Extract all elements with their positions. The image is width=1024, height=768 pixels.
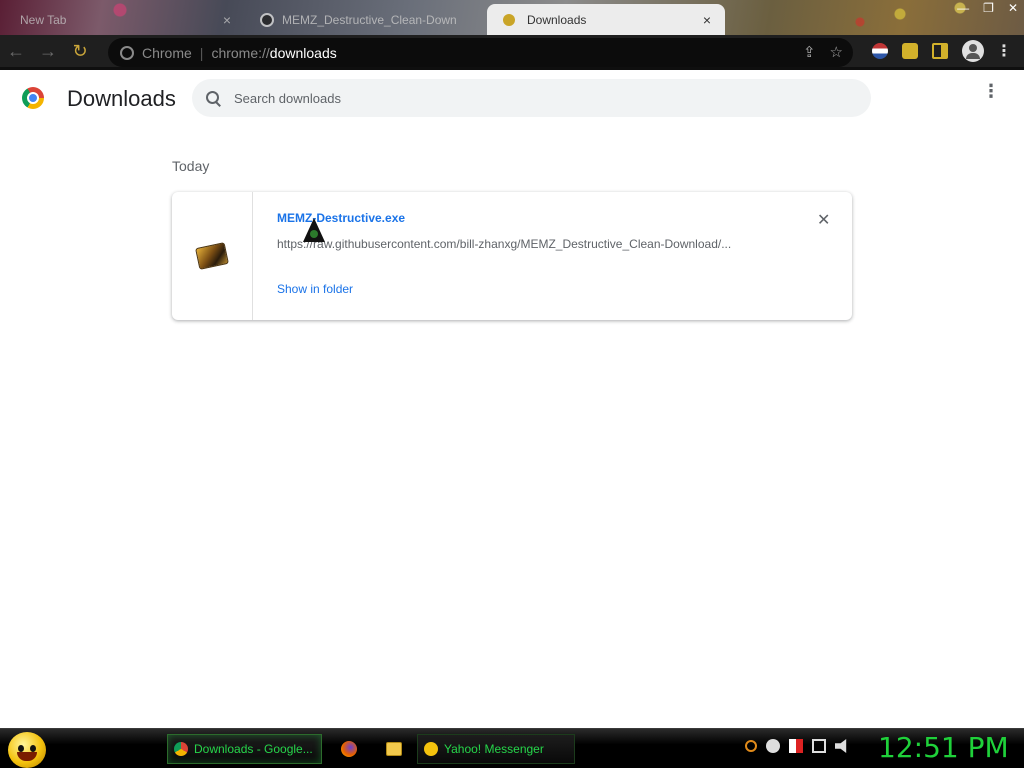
chrome-site-icon [120, 45, 134, 60]
search-input[interactable] [234, 90, 834, 106]
tab-github[interactable]: MEMZ_Destructive_Clean-Down [250, 4, 482, 35]
toolbar-extensions [872, 40, 984, 62]
maximize-button[interactable]: ❐ [983, 1, 994, 15]
taskbar-item-folder[interactable] [378, 734, 410, 764]
tab-strip: New Tab × MEMZ_Destructive_Clean-Down Do… [0, 0, 1024, 35]
tab-new-tab[interactable]: New Tab × [10, 4, 245, 35]
taskbar: Downloads - Google... Yahoo! Messenger 1… [0, 728, 1024, 768]
reload-button[interactable]: ↻ [64, 35, 96, 67]
profile-avatar-icon[interactable] [962, 40, 984, 62]
github-icon [260, 12, 274, 27]
address-bar[interactable]: Chrome | chrome://downloads ⇪ ☆ [108, 38, 853, 67]
download-file-name-link[interactable]: MEMZ-Destructive.exe [277, 211, 405, 225]
folder-icon [386, 742, 402, 756]
site-label: Chrome [142, 44, 192, 61]
flag-extension-icon[interactable] [872, 43, 888, 59]
chrome-icon [174, 742, 188, 756]
window-controls: — ❐ ✕ [957, 1, 1018, 15]
downloads-favicon-icon [503, 13, 515, 26]
taskbar-item-firefox[interactable] [333, 734, 365, 764]
taskbar-item-yahoo-messenger[interactable]: Yahoo! Messenger [417, 734, 575, 764]
download-item: MEMZ-Destructive.exe https://raw.githubu… [172, 192, 852, 320]
taskbar-item-chrome[interactable]: Downloads - Google... [167, 734, 322, 764]
search-box[interactable] [192, 79, 871, 117]
download-icon-column [172, 192, 253, 320]
search-icon[interactable] [745, 740, 757, 752]
downloads-page: Downloads ⋮ Today MEMZ-Destructive.exe h… [0, 70, 1024, 728]
tab-label: MEMZ_Destructive_Clean-Down [282, 12, 457, 27]
chat-icon[interactable] [766, 739, 780, 753]
bookmark-star-icon[interactable]: ☆ [830, 43, 843, 61]
chrome-logo-icon [22, 87, 44, 109]
tab-close-icon[interactable]: × [699, 12, 715, 28]
tab-close-icon[interactable]: × [219, 12, 235, 28]
omnibox-actions: ⇪ ☆ [803, 43, 843, 61]
start-button[interactable] [8, 732, 46, 768]
firefox-icon [341, 741, 357, 757]
back-button[interactable]: ← [0, 35, 32, 67]
page-title: Downloads [67, 86, 176, 111]
volume-icon[interactable] [835, 739, 847, 753]
cursor-icon [303, 218, 325, 242]
remove-download-button[interactable]: ✕ [817, 210, 830, 230]
tab-label: New Tab [20, 12, 67, 27]
more-actions-icon[interactable]: ⋮ [982, 82, 1000, 100]
date-section-header: Today [172, 158, 210, 174]
side-panel-icon[interactable] [932, 43, 948, 59]
download-source-url[interactable]: https://raw.githubusercontent.com/bill-z… [277, 237, 777, 251]
tab-downloads[interactable]: Downloads × [487, 4, 725, 35]
browser-menu-icon[interactable]: ⋮ [996, 41, 1012, 61]
taskbar-clock[interactable]: 12:51 PM [878, 731, 1009, 764]
show-in-folder-link[interactable]: Show in folder [277, 282, 353, 296]
url-scheme: chrome:// [211, 44, 270, 61]
action-center-flag-icon[interactable] [789, 739, 803, 753]
extensions-puzzle-icon[interactable] [902, 43, 918, 59]
yahoo-messenger-icon [424, 742, 438, 756]
taskbar-item-label: Yahoo! Messenger [444, 742, 544, 756]
search-icon [206, 91, 220, 105]
system-tray [745, 739, 849, 753]
forward-button[interactable]: → [32, 35, 64, 67]
close-window-button[interactable]: ✕ [1008, 1, 1018, 15]
tab-label: Downloads [527, 12, 587, 27]
network-icon[interactable] [812, 739, 826, 753]
minimize-button[interactable]: — [957, 1, 969, 15]
browser-toolbar: ← → ↻ Chrome | chrome://downloads ⇪ ☆ ⋮ [0, 35, 1024, 70]
taskbar-item-label: Downloads - Google... [194, 742, 313, 756]
exe-file-icon [195, 242, 229, 270]
share-icon[interactable]: ⇪ [803, 43, 816, 61]
url-host: downloads [269, 44, 337, 61]
address-separator: | [199, 44, 204, 61]
